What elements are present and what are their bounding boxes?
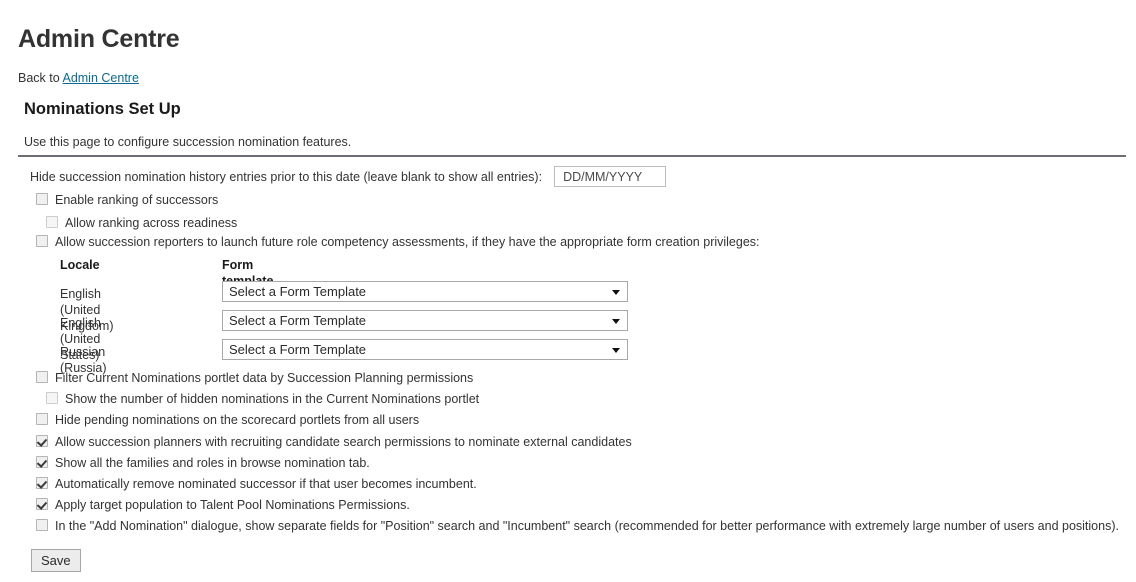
chevron-down-icon	[612, 289, 620, 295]
option-show-hidden-nominations-count-label: Show the number of hidden nominations in…	[65, 392, 480, 406]
option-ranking-across-readiness-label: Allow ranking across readiness	[65, 216, 238, 230]
section-title: Nominations Set Up	[24, 100, 181, 118]
option-launch-future-role-assessments-label: Allow succession reporters to launch fut…	[55, 235, 760, 249]
checkbox-launch-future-role-assessments[interactable]	[36, 235, 48, 247]
checkbox-nominate-external-candidates[interactable]	[36, 435, 48, 447]
option-hide-pending-nominations[interactable]: Hide pending nominations on the scorecar…	[36, 412, 419, 428]
checkbox-filter-current-nominations[interactable]	[36, 371, 48, 383]
nominations-setup-page: Admin Centre Back to Admin Centre Nomina…	[0, 0, 1136, 582]
checkbox-enable-ranking[interactable]	[36, 193, 48, 205]
form-template-select-en-us[interactable]: Select a Form Template	[222, 310, 628, 331]
checkbox-auto-remove-successor[interactable]	[36, 477, 48, 489]
chevron-down-icon	[612, 318, 620, 324]
history-cutoff-date-label: Hide succession nomination history entri…	[30, 169, 543, 184]
option-nominate-external-candidates-label: Allow succession planners with recruitin…	[55, 435, 632, 449]
option-enable-ranking[interactable]: Enable ranking of successors	[36, 192, 218, 208]
option-ranking-across-readiness[interactable]: Allow ranking across readiness	[46, 215, 237, 231]
option-target-population-talent-pool[interactable]: Apply target population to Talent Pool N…	[36, 497, 410, 513]
form-template-select-value: Select a Form Template	[229, 313, 367, 328]
section-description: Use this page to configure succession no…	[24, 135, 352, 149]
page-title: Admin Centre	[18, 25, 180, 53]
header-divider	[18, 155, 1126, 157]
option-target-population-talent-pool-label: Apply target population to Talent Pool N…	[55, 498, 410, 512]
checkbox-hide-pending-nominations[interactable]	[36, 413, 48, 425]
history-cutoff-date-row: Hide succession nomination history entri…	[30, 166, 667, 187]
form-template-select-en-gb[interactable]: Select a Form Template	[222, 281, 628, 302]
checkbox-show-all-families-roles[interactable]	[36, 456, 48, 468]
checkbox-show-hidden-nominations-count[interactable]	[46, 392, 58, 404]
option-filter-current-nominations[interactable]: Filter Current Nominations portlet data …	[36, 370, 473, 386]
option-show-all-families-roles-label: Show all the families and roles in brows…	[55, 456, 370, 470]
option-filter-current-nominations-label: Filter Current Nominations portlet data …	[55, 371, 474, 385]
breadcrumb-prefix: Back to	[18, 71, 60, 85]
option-separate-position-incumbent-fields[interactable]: In the "Add Nomination" dialogue, show s…	[36, 518, 1119, 534]
option-auto-remove-successor-label: Automatically remove nominated successor…	[55, 477, 477, 491]
form-template-select-ru-ru[interactable]: Select a Form Template	[222, 339, 628, 360]
history-cutoff-date-input[interactable]	[554, 166, 667, 187]
option-auto-remove-successor[interactable]: Automatically remove nominated successor…	[36, 476, 477, 492]
option-launch-future-role-assessments[interactable]: Allow succession reporters to launch fut…	[36, 234, 760, 250]
breadcrumb-link-admin-centre[interactable]: Admin Centre	[62, 71, 138, 85]
option-separate-position-incumbent-fields-label: In the "Add Nomination" dialogue, show s…	[55, 519, 1119, 533]
chevron-down-icon	[612, 347, 620, 353]
checkbox-separate-position-incumbent-fields[interactable]	[36, 519, 48, 531]
option-show-hidden-nominations-count[interactable]: Show the number of hidden nominations in…	[46, 391, 479, 407]
column-header-locale: Locale	[60, 258, 100, 272]
form-template-select-value: Select a Form Template	[229, 342, 367, 357]
option-enable-ranking-label: Enable ranking of successors	[55, 193, 219, 207]
breadcrumb: Back to Admin Centre	[18, 70, 139, 86]
checkbox-ranking-across-readiness[interactable]	[46, 216, 58, 228]
form-template-select-value: Select a Form Template	[229, 284, 367, 299]
checkbox-target-population-talent-pool[interactable]	[36, 498, 48, 510]
option-nominate-external-candidates[interactable]: Allow succession planners with recruitin…	[36, 434, 632, 450]
option-hide-pending-nominations-label: Hide pending nominations on the scorecar…	[55, 413, 420, 427]
save-button[interactable]: Save	[31, 549, 81, 572]
option-show-all-families-roles[interactable]: Show all the families and roles in brows…	[36, 455, 370, 471]
